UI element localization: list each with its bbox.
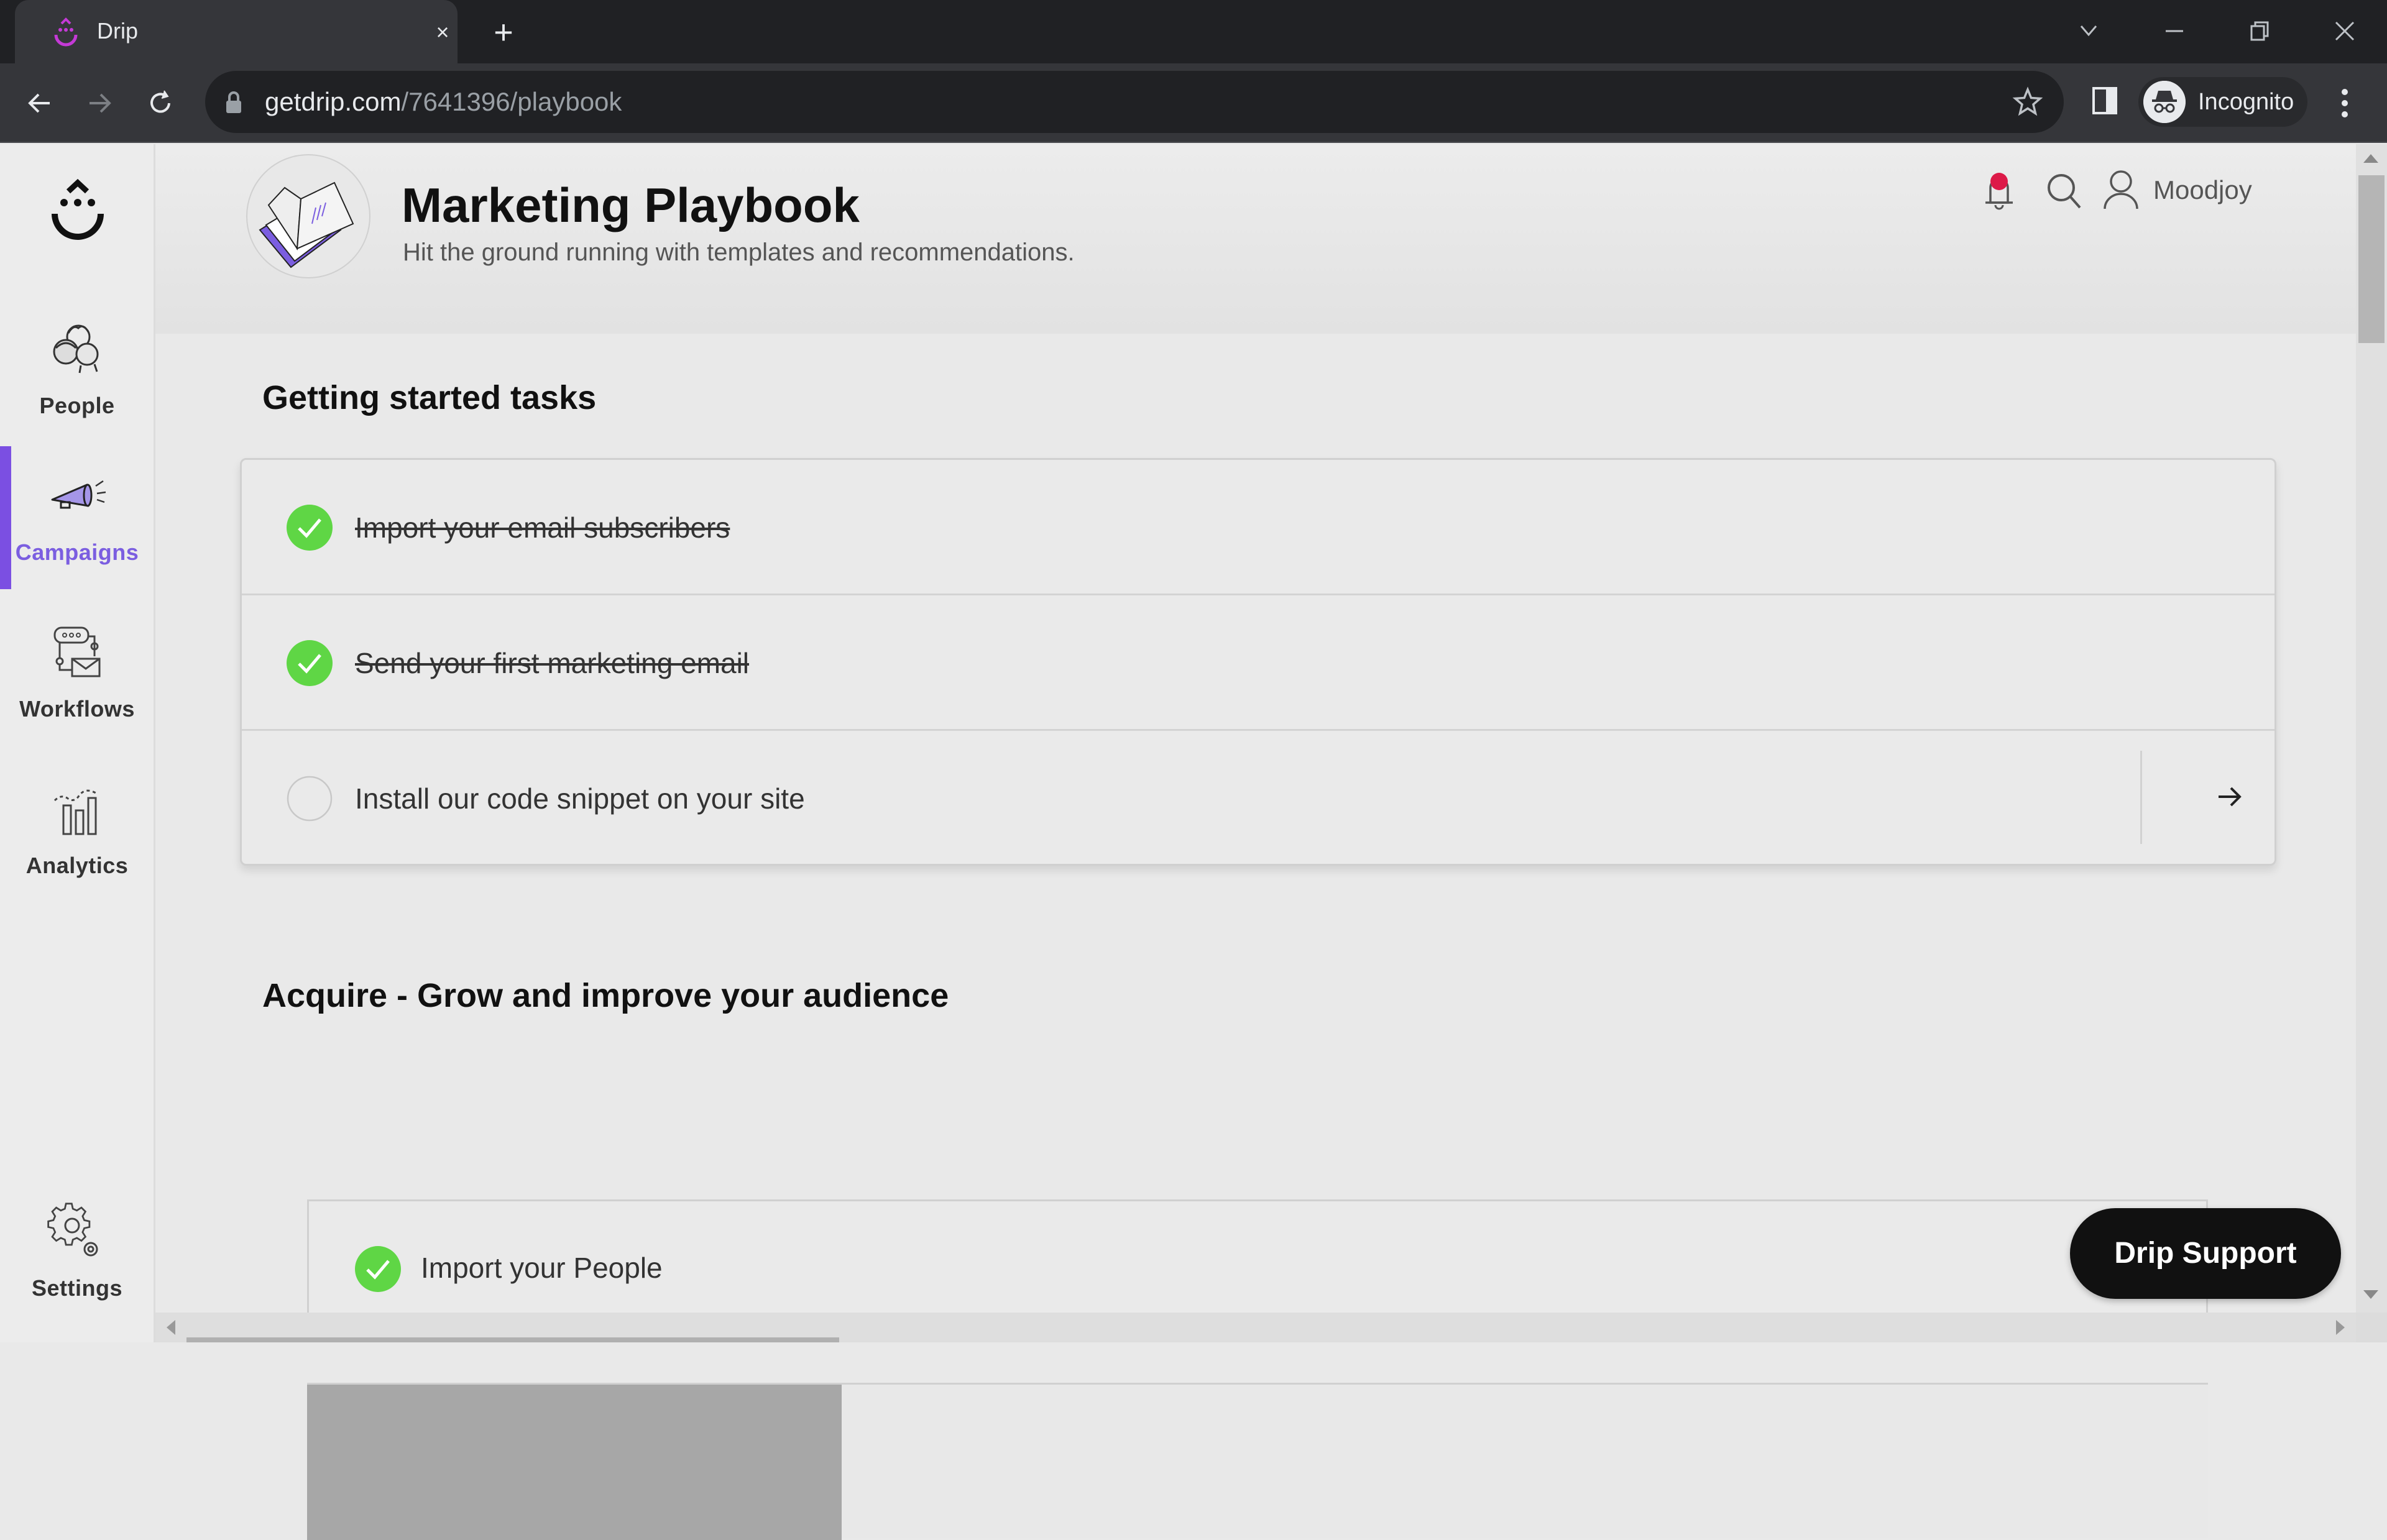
task-row[interactable]: Send your first marketing email — [242, 595, 2274, 731]
sidebar: People Campaigns Workflows Analytics Set… — [0, 144, 155, 1342]
horizontal-scrollbar[interactable] — [155, 1313, 2356, 1342]
task-label: Send your first marketing email — [355, 647, 750, 679]
getting-started-task-list: Import your email subscribers Send your … — [240, 458, 2276, 866]
task-label: Install our code snippet on your site — [355, 782, 805, 815]
browser-tab[interactable]: Drip × — [15, 0, 458, 63]
arrow-right-icon[interactable] — [2214, 781, 2246, 813]
browser-toolbar: getdrip.com/7641396/playbook Incognito — [0, 63, 2387, 143]
recommendation-card[interactable] — [307, 1383, 2208, 1540]
sidebar-item-label: Campaigns — [15, 539, 139, 565]
drip-favicon-icon — [54, 17, 78, 47]
megaphone-icon — [51, 480, 106, 509]
page-title: Marketing Playbook — [402, 178, 860, 232]
scroll-up-arrow-icon[interactable] — [2363, 154, 2378, 163]
sidebar-item-campaigns[interactable]: Campaigns — [0, 446, 154, 589]
browser-menu-icon[interactable] — [2332, 83, 2357, 123]
people-icon — [53, 324, 99, 374]
completed-check-icon — [287, 640, 333, 686]
tab-close-button[interactable]: × — [429, 19, 456, 46]
url-text[interactable]: getdrip.com/7641396/playbook — [265, 86, 622, 118]
completed-check-icon — [287, 505, 333, 551]
user-icon[interactable] — [2101, 168, 2141, 211]
gear-icon — [47, 1203, 98, 1257]
reload-icon[interactable] — [142, 85, 179, 122]
drip-app: People Campaigns Workflows Analytics Set… — [0, 144, 2387, 1540]
notification-bell-icon[interactable] — [1982, 169, 2017, 213]
forward-icon[interactable] — [81, 85, 118, 122]
sidebar-item-analytics[interactable]: Analytics — [0, 759, 154, 902]
restore-icon[interactable] — [2242, 12, 2279, 50]
playbook-content: Getting started tasks Import your email … — [155, 334, 2356, 1540]
sidebar-item-label: Settings — [31, 1275, 122, 1301]
active-indicator — [0, 446, 11, 589]
incomplete-circle-icon[interactable] — [287, 776, 333, 822]
sidebar-item-people[interactable]: People — [0, 300, 154, 442]
minimize-icon[interactable] — [2156, 12, 2193, 50]
tab-title: Drip — [97, 18, 139, 44]
account-username[interactable]: Moodjoy — [2153, 172, 2252, 209]
address-bar[interactable]: getdrip.com/7641396/playbook — [205, 71, 2064, 133]
new-tab-button[interactable]: + — [486, 16, 521, 51]
scroll-down-arrow-icon[interactable] — [2363, 1290, 2378, 1299]
completed-check-icon — [355, 1246, 401, 1292]
divider — [2140, 751, 2142, 844]
task-label: Import your email subscribers — [355, 511, 730, 544]
search-icon[interactable] — [2043, 169, 2086, 213]
lock-icon — [226, 91, 241, 113]
sidebar-item-label: People — [39, 393, 115, 418]
task-row[interactable]: Import your email subscribers — [242, 460, 2274, 595]
scrollbar-corner — [2356, 1313, 2387, 1342]
vertical-scrollbar[interactable] — [2356, 144, 2387, 1313]
notification-badge — [1990, 173, 2008, 190]
drip-support-button[interactable]: Drip Support — [2070, 1208, 2341, 1299]
page-subtitle: Hit the ground running with templates an… — [403, 239, 1075, 266]
workflow-icon — [53, 626, 101, 677]
section-title-acquire: Acquire - Grow and improve your audience — [262, 977, 949, 1014]
incognito-profile-button[interactable]: Incognito — [2138, 77, 2307, 127]
browser-tab-strip: Drip × + — [0, 0, 2387, 63]
bookmark-star-icon[interactable] — [2012, 86, 2044, 118]
scroll-left-arrow-icon[interactable] — [167, 1320, 175, 1335]
incognito-icon — [2143, 81, 2186, 123]
back-icon[interactable] — [21, 85, 58, 122]
task-label: Import your People — [421, 1252, 663, 1284]
window-close-icon[interactable] — [2326, 12, 2363, 50]
incognito-label: Incognito — [2198, 89, 2294, 115]
scroll-right-arrow-icon[interactable] — [2336, 1320, 2345, 1335]
vertical-scroll-thumb[interactable] — [2358, 175, 2385, 343]
sidebar-item-label: Analytics — [25, 853, 129, 878]
book-icon — [259, 181, 354, 268]
sidebar-item-settings[interactable]: Settings — [0, 1182, 154, 1325]
playbook-illustration — [246, 154, 370, 278]
sidebar-item-label: Workflows — [19, 696, 135, 722]
section-title-getting-started: Getting started tasks — [262, 379, 597, 416]
task-row[interactable]: Install our code snippet on your site — [242, 731, 2274, 866]
horizontal-scroll-thumb[interactable] — [186, 1337, 839, 1342]
analytics-icon — [53, 789, 97, 835]
page-header: Marketing Playbook Hit the ground runnin… — [155, 144, 2356, 334]
sidebar-item-workflows[interactable]: Workflows — [0, 603, 154, 746]
tab-search-chevron-icon[interactable] — [2070, 12, 2107, 50]
side-panel-icon[interactable] — [2087, 83, 2122, 118]
recommendation-thumbnail — [307, 1385, 842, 1540]
drip-logo-icon[interactable] — [48, 175, 107, 244]
